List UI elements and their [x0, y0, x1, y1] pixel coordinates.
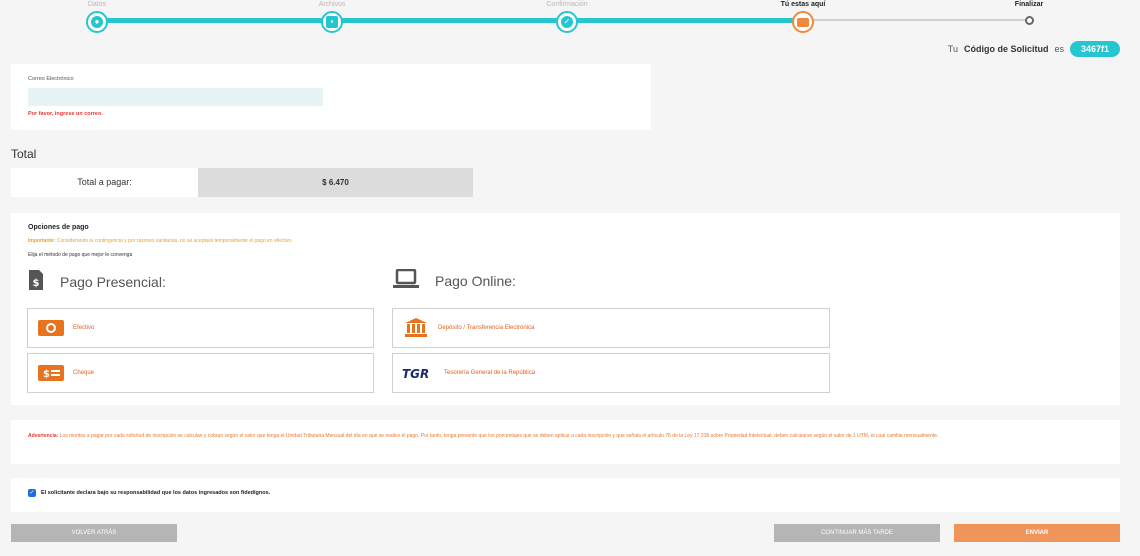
declaration-text: El solicitante declara bajo su responsab… [41, 490, 271, 496]
pay-option-tgr[interactable]: TGR Tesorería General de la República [392, 353, 830, 393]
pay-option-check[interactable]: $ Cheque [27, 353, 374, 393]
step-label: Tú estas aquí [780, 1, 826, 8]
folder-icon: ▪ [321, 11, 343, 33]
payment-options-card: Opciones de pago Importante: Considerand… [11, 213, 1120, 405]
total-title: Total [11, 147, 37, 161]
code-badge: 3467f1 [1069, 40, 1120, 57]
email-error: Por favor, ingrese un correo. [28, 111, 103, 117]
cash-icon [37, 318, 65, 338]
declaration-card: ✓ El solicitante declara bajo su respons… [11, 478, 1120, 512]
continue-later-button[interactable]: CONTINUAR MÁS TARDE [774, 524, 940, 542]
laptop-icon [393, 268, 419, 292]
payment-title: Opciones de pago [28, 224, 89, 231]
send-button[interactable]: ENVIAR [954, 524, 1120, 542]
step-label: Datos [87, 1, 107, 8]
pay-option-transfer[interactable]: Depósito / Transferencia Electrónica [392, 308, 830, 348]
pay-option-label: Tesorería General de la República [444, 370, 536, 376]
pay-option-cash[interactable]: Efectivo [27, 308, 374, 348]
payment-warning-text: Considerando la contingencia y por razon… [55, 238, 293, 244]
online-header: Pago Online: [393, 268, 516, 292]
email-label: Correo Electrónico [28, 76, 74, 82]
step-datos[interactable]: Datos ● [37, 0, 157, 33]
step-archivos[interactable]: Archivos ▪ [272, 0, 392, 33]
svg-text:$: $ [43, 369, 50, 380]
code-suffix: es [1054, 43, 1064, 54]
payment-warning: Importante: Considerando la contingencia… [28, 238, 293, 244]
svg-text:$: $ [33, 278, 40, 289]
warning-card: Advertencia: Los montos a pagar por cada… [11, 420, 1120, 464]
warning-text: Advertencia: Los montos a pagar por cada… [28, 432, 1103, 440]
email-card: Correo Electrónico Por favor, ingrese un… [11, 64, 651, 130]
payment-instruction: Elija el método de pago que mejor le con… [28, 252, 133, 258]
svg-text:TGR: TGR [402, 367, 429, 380]
total-value: $ 6.470 [198, 168, 473, 197]
user-icon: ● [86, 11, 108, 33]
check-payment-icon: $ [37, 363, 65, 383]
credit-card-icon [792, 11, 814, 33]
pay-option-label: Cheque [73, 370, 95, 376]
presencial-header: $ Pago Presencial: [28, 269, 166, 294]
online-title: Pago Online: [435, 272, 516, 289]
progress-stepper: Datos ● Archivos ▪ Confirmación ✓ Tú est… [0, 0, 1140, 40]
pay-option-label: Efectivo [73, 325, 95, 331]
pay-option-label: Depósito / Transferencia Electrónica [438, 325, 535, 331]
step-finalizar: Finalizar [969, 0, 1089, 25]
warning-label: Advertencia: [28, 433, 59, 439]
presencial-title: Pago Presencial: [60, 273, 166, 290]
warning-body: Los montos a pagar por cada solicitud de… [58, 433, 939, 439]
step-label: Finalizar [1014, 1, 1044, 8]
tgr-logo-icon: TGR [402, 363, 436, 383]
step-current: Tú estas aquí [743, 0, 863, 33]
request-code: Tu Código de Solicitud es 3467f1 [948, 40, 1120, 57]
total-label: Total a pagar: [77, 177, 132, 187]
declaration-checkbox[interactable]: ✓ [28, 489, 36, 497]
payment-warning-label: Importante: [28, 238, 56, 244]
total-card: Total a pagar: $ 6.470 [11, 168, 473, 197]
code-label: Código de Solicitud [963, 43, 1049, 54]
email-field[interactable] [28, 88, 323, 106]
stepper-progress-line [97, 18, 803, 23]
circle-icon [1024, 16, 1034, 25]
step-label: Confirmación [546, 1, 588, 8]
step-confirmacion[interactable]: Confirmación ✓ [507, 0, 627, 33]
back-button[interactable]: VOLVER ATRÁS [11, 524, 177, 542]
invoice-icon: $ [28, 269, 44, 294]
check-icon: ✓ [556, 11, 578, 33]
bank-icon [402, 318, 430, 338]
code-prefix: Tu [947, 43, 958, 54]
step-label: Archivos [318, 1, 346, 8]
